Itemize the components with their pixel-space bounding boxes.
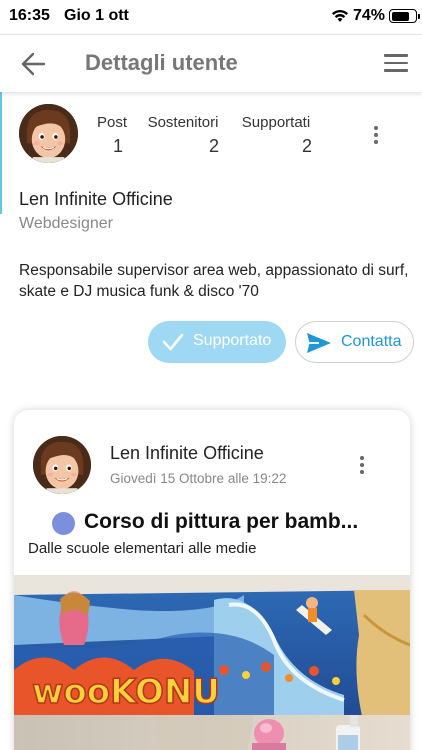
stat-value: 2: [301, 136, 312, 156]
stat-supported[interactable]: Supportati 2: [238, 114, 314, 157]
stat-value: 1: [112, 136, 123, 156]
svg-text:wooKONU: wooKONU: [32, 672, 220, 712]
app-header: Dettagli utente: [0, 34, 422, 92]
avatar-illustration: [33, 436, 91, 494]
more-vertical-icon[interactable]: [373, 126, 379, 147]
stat-followers[interactable]: Sostenitori 2: [145, 114, 221, 157]
accent-line: [0, 92, 2, 214]
post-subtitle: Dalle scuole elementari alle medie: [28, 540, 257, 557]
post-author[interactable]: Len Infinite Officine: [110, 443, 264, 464]
stat-label: Supportati: [241, 114, 311, 131]
page-title: Dettagli utente: [85, 50, 238, 75]
stat-posts[interactable]: Post 1: [92, 114, 132, 157]
battery-percent: 74%: [353, 7, 386, 24]
wifi-icon: [332, 9, 348, 22]
user-name: Len Infinite Officine: [19, 189, 173, 209]
post-author-avatar: [33, 436, 91, 494]
supported-button-label: Supportato: [193, 332, 272, 349]
stat-label: Post: [96, 114, 127, 131]
contact-button-label: Contatta: [341, 333, 402, 350]
back-arrow-icon[interactable]: [20, 51, 46, 77]
stat-value: 2: [208, 136, 219, 156]
post-image[interactable]: wooKONU: [14, 575, 410, 750]
avatar: [19, 104, 78, 163]
post-card[interactable]: Len Infinite Officine Giovedì 15 Ottobre…: [14, 410, 410, 750]
hamburger-menu-icon[interactable]: [384, 54, 408, 74]
post-title[interactable]: Corso di pittura per bamb...: [84, 510, 358, 534]
user-role: Webdesigner: [19, 215, 113, 232]
status-time: 16:35: [9, 7, 50, 24]
post-date: Giovedì 15 Ottobre alle 19:22: [110, 471, 287, 486]
contact-button[interactable]: Contatta: [295, 321, 414, 363]
category-dot-icon: [52, 512, 75, 535]
send-icon: [307, 333, 331, 353]
status-date: Gio 1 ott: [64, 7, 129, 24]
supported-button[interactable]: Supportato: [148, 321, 286, 363]
avatar-illustration: [19, 104, 78, 163]
more-vertical-icon[interactable]: [359, 456, 365, 477]
status-bar: 16:35 Gio 1 ott 74%: [0, 0, 422, 34]
battery-icon: [389, 9, 420, 23]
stat-label: Sostenitori: [147, 114, 219, 131]
user-bio: Responsabile supervisor area web, appass…: [19, 262, 409, 300]
check-icon: [162, 333, 184, 351]
